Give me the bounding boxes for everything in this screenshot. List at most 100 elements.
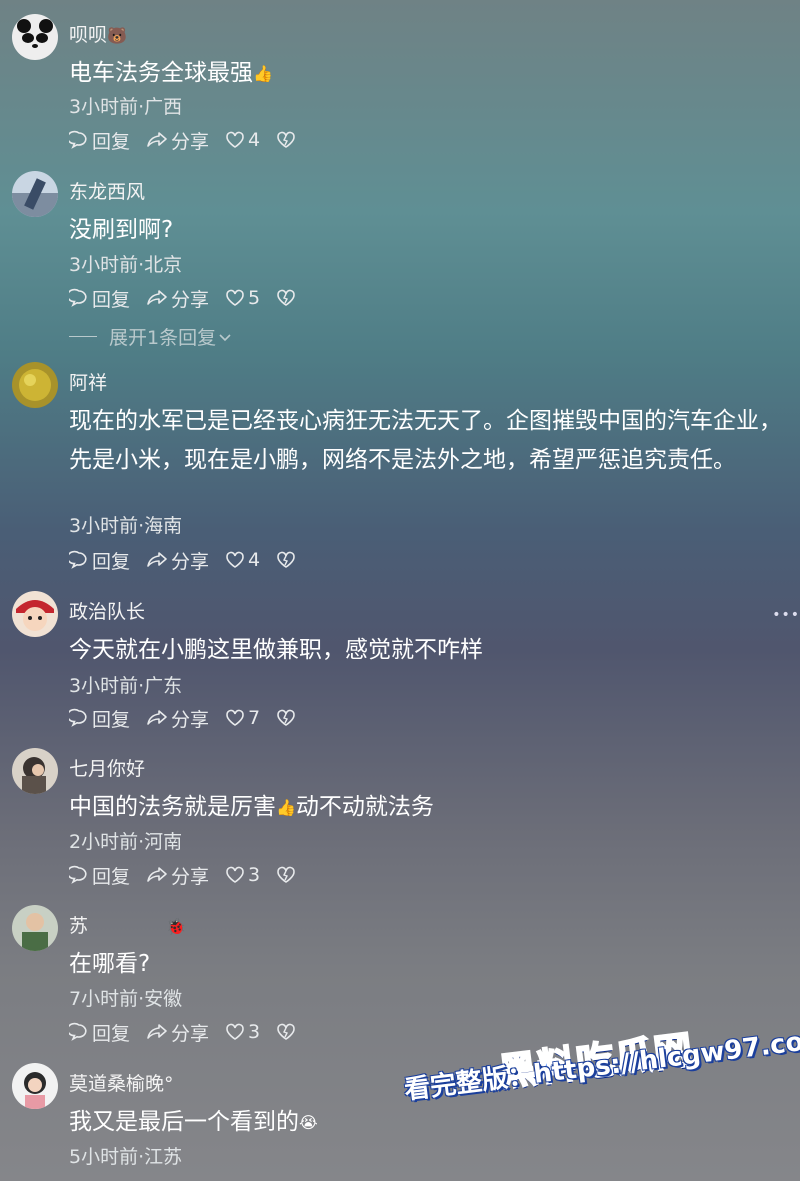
username[interactable]: 苏 🐞 (69, 911, 186, 938)
reply-icon (69, 708, 87, 727)
comment-meta: 3小时前·广东 (69, 675, 183, 697)
share-button[interactable]: 分享 (146, 285, 209, 312)
expand-replies-link[interactable]: 展开1条回复 (69, 323, 232, 350)
like-button[interactable]: 4 (225, 549, 260, 571)
like-button[interactable]: 7 (225, 707, 260, 729)
comment-meta: 3小时前·海南 (69, 515, 183, 537)
heart-icon (226, 866, 244, 883)
like-count: 4 (248, 129, 261, 151)
comment-meta: 2小时前·河南 (69, 831, 183, 853)
share-button[interactable]: 分享 (146, 705, 209, 732)
share-icon (147, 1024, 167, 1039)
thumbs-up-icon: 👍 (276, 798, 296, 817)
reply-button[interactable]: 回复 (69, 862, 130, 889)
dislike-button[interactable] (276, 551, 299, 569)
avatar[interactable] (12, 905, 58, 951)
reply-button[interactable]: 回复 (69, 127, 130, 154)
dislike-button[interactable] (276, 709, 299, 727)
comment-actions: 回复 分享 3 (69, 1018, 315, 1046)
comment-text: 中国的法务就是厉害👍动不动就法务 (69, 788, 791, 827)
heart-icon (226, 1023, 244, 1040)
broken-heart-icon (277, 866, 295, 883)
username[interactable]: 七月你好 (69, 754, 145, 781)
like-button[interactable]: 3 (225, 1021, 260, 1043)
reply-button[interactable]: 回复 (69, 1019, 130, 1046)
dislike-button[interactable] (276, 289, 299, 307)
share-button[interactable]: 分享 (146, 862, 209, 889)
comment-meta: 7小时前·安徽 (69, 988, 183, 1010)
comment-actions: 回复 分享 4 (69, 126, 315, 154)
comment-item: 政治队长 今天就在小鹏这里做兼职，感觉就不咋样 3小时前·广东 回复 分享 7 (0, 591, 800, 741)
comment-item: 呗呗🐻 电车法务全球最强👍 3小时前·广西 回复 分享 4 (0, 14, 800, 164)
like-count: 7 (248, 707, 261, 729)
divider (69, 336, 97, 337)
crying-face-icon: 😭 (299, 1113, 318, 1132)
comment-text: 在哪看? (69, 951, 151, 977)
like-button[interactable]: 3 (225, 864, 260, 886)
share-button[interactable]: 分享 (146, 547, 209, 574)
broken-heart-icon (277, 551, 295, 568)
like-button[interactable]: 4 (225, 129, 260, 151)
comment-actions: 回复 分享 5 (69, 284, 315, 312)
ladybug-icon: 🐞 (166, 917, 186, 936)
share-button[interactable]: 分享 (146, 1019, 209, 1046)
share-icon (147, 867, 167, 882)
reply-icon (69, 288, 87, 307)
like-count: 5 (248, 287, 261, 309)
comment-meta: 3小时前·北京 (69, 254, 183, 276)
heart-icon (226, 289, 244, 306)
avatar[interactable] (12, 748, 58, 794)
dislike-button[interactable] (276, 131, 299, 149)
username[interactable]: 东龙西风 (69, 177, 145, 204)
more-options-icon[interactable]: ••• (772, 607, 800, 623)
username[interactable]: 政治队长 (69, 597, 145, 624)
dislike-button[interactable] (276, 1023, 299, 1041)
share-icon (147, 290, 167, 305)
heart-icon (226, 551, 244, 568)
reply-icon (69, 865, 87, 884)
watermark: 黑料吃瓜网 看完整版：https://hlcgw97.com (398, 1010, 800, 1181)
reply-icon (69, 550, 87, 569)
share-icon (147, 552, 167, 567)
share-icon (147, 132, 167, 147)
heart-icon (226, 709, 244, 726)
like-button[interactable]: 5 (225, 287, 260, 309)
username[interactable]: 莫道桑榆晚° (69, 1069, 174, 1096)
comment-actions: 回复 分享 3 (69, 861, 315, 889)
reply-icon (69, 1022, 87, 1041)
comment-meta: 5小时前·江苏 (69, 1146, 183, 1168)
broken-heart-icon (277, 289, 295, 306)
heart-icon (226, 131, 244, 148)
reply-icon (69, 130, 87, 149)
comment-meta: 3小时前·广西 (69, 96, 183, 118)
comment-actions: 回复 分享 7 (69, 704, 315, 732)
bear-icon: 🐻 (107, 26, 127, 45)
thumbs-up-icon: 👍 (253, 64, 273, 83)
avatar[interactable] (12, 171, 58, 217)
comment-item: 七月你好 中国的法务就是厉害👍动不动就法务 2小时前·河南 回复 分享 3 (0, 748, 800, 898)
username[interactable]: 呗呗🐻 (69, 20, 127, 47)
like-count: 3 (248, 1021, 261, 1043)
chevron-down-icon (219, 333, 231, 341)
avatar[interactable] (12, 591, 58, 637)
share-icon (147, 710, 167, 725)
broken-heart-icon (277, 709, 295, 726)
comment-item: 阿祥 现在的水军已是已经丧心病狂无法无天了。企图摧毁中国的汽车企业，先是小米，现… (0, 362, 800, 582)
broken-heart-icon (277, 131, 295, 148)
comment-text: 电车法务全球最强👍 (69, 54, 791, 93)
like-count: 4 (248, 549, 261, 571)
broken-heart-icon (277, 1023, 295, 1040)
reply-button[interactable]: 回复 (69, 547, 130, 574)
comment-text: 没刷到啊? (69, 217, 174, 243)
reply-button[interactable]: 回复 (69, 705, 130, 732)
reply-button[interactable]: 回复 (69, 285, 130, 312)
comment-actions: 回复 分享 4 (69, 546, 315, 574)
avatar[interactable] (12, 1063, 58, 1109)
share-button[interactable]: 分享 (146, 127, 209, 154)
avatar[interactable] (12, 362, 58, 408)
dislike-button[interactable] (276, 866, 299, 884)
username[interactable]: 阿祥 (69, 368, 107, 395)
comment-text: 现在的水军已是已经丧心病狂无法无天了。企图摧毁中国的汽车企业，先是小米，现在是小… (69, 408, 782, 473)
like-count: 3 (248, 864, 261, 886)
avatar[interactable] (12, 14, 58, 60)
